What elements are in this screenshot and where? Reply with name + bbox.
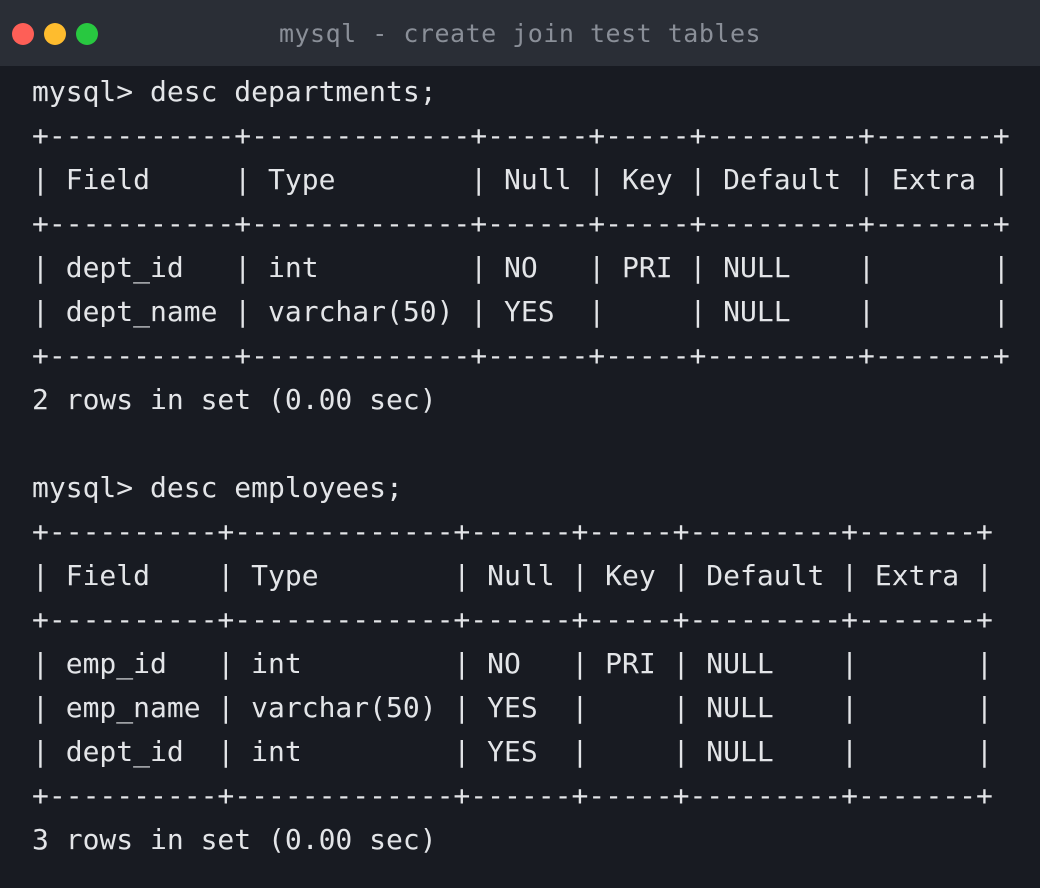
terminal-window: mysql - create join test tables mysql> d… [0,0,1040,888]
title-bar: mysql - create join test tables [0,0,1040,66]
terminal-output[interactable]: mysql> desc departments; +-----------+---… [32,70,1032,862]
table-border: +-----------+-------------+------+-----+… [32,339,1010,372]
prompt-line: mysql> desc employees; [32,471,403,504]
table-border: +-----------+-------------+------+-----+… [32,207,1010,240]
table-border: +-----------+-------------+------+-----+… [32,119,1010,152]
table-row: | dept_id | int | NO | PRI | NULL | | [32,251,1010,284]
result-summary: 3 rows in set (0.00 sec) [32,823,437,856]
table-border: +----------+-------------+------+-----+-… [32,515,993,548]
window-title: mysql - create join test tables [278,19,762,48]
table-border: +----------+-------------+------+-----+-… [32,779,993,812]
table-row: | emp_id | int | NO | PRI | NULL | | [32,647,993,680]
table-border: +----------+-------------+------+-----+-… [32,603,993,636]
table-row: | dept_name | varchar(50) | YES | | NULL… [32,295,1010,328]
table-header-row: | Field | Type | Null | Key | Default | … [32,559,993,592]
table-header-row: | Field | Type | Null | Key | Default | … [32,163,1010,196]
table-row: | emp_name | varchar(50) | YES | | NULL … [32,691,993,724]
prompt-line: mysql> desc departments; [32,75,437,108]
table-row: | dept_id | int | YES | | NULL | | [32,735,993,768]
result-summary: 2 rows in set (0.00 sec) [32,383,437,416]
